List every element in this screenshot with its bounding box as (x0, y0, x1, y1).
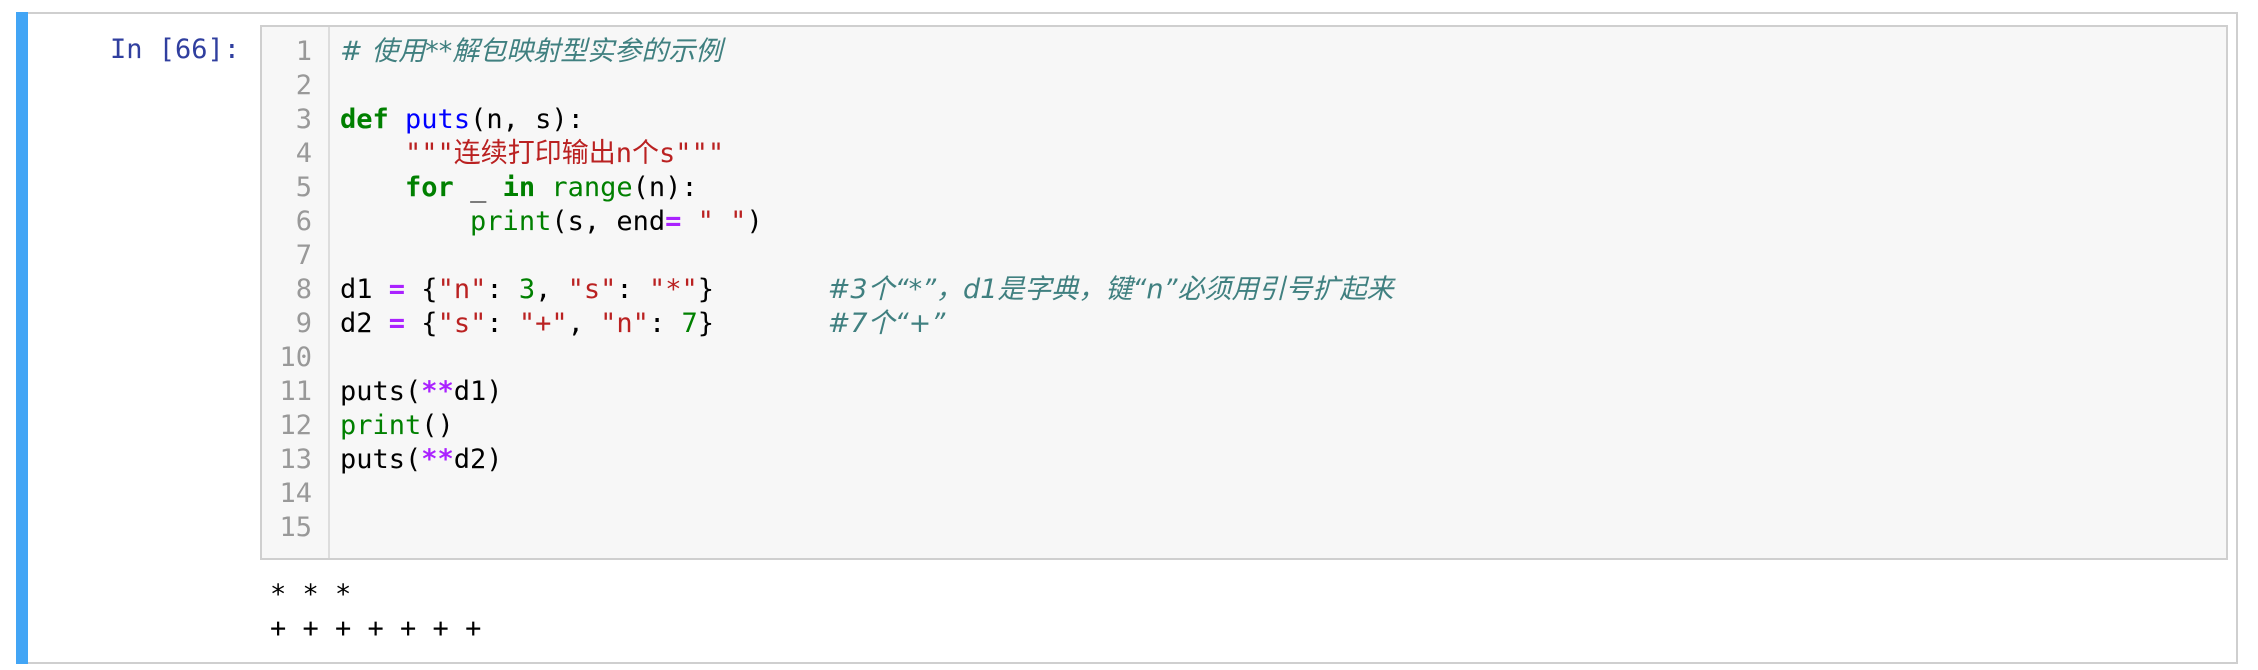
line-number: 11 (279, 376, 312, 407)
code-text: _ (453, 172, 503, 203)
builtin-range: range (551, 172, 633, 203)
code-text: , (535, 274, 568, 305)
line-number: 4 (295, 138, 312, 169)
operator: ** (421, 376, 454, 407)
input-prompt: In [66]: (110, 34, 241, 65)
line-number: 7 (295, 240, 312, 271)
keyword-def: def (340, 104, 389, 135)
operator: = (388, 308, 406, 339)
code-text: : (648, 308, 682, 339)
code-text: ) (746, 206, 763, 237)
output-line: * * * (270, 579, 352, 610)
code-text: (n): (632, 172, 698, 203)
code-line-12[interactable]: print() (340, 409, 454, 443)
builtin-print: print (470, 206, 552, 237)
string-literal: " " (697, 206, 747, 237)
code-text: { (405, 308, 438, 339)
code-comment: #7个“+” (827, 308, 946, 339)
code-text: d1 (340, 274, 389, 305)
line-number: 8 (295, 274, 312, 305)
operator: = (388, 274, 406, 305)
code-comment: #3个“*”，d1是字典，键“n”必须用引号扩起来 (827, 274, 1394, 305)
docstring: """连续打印输出n个s""" (405, 138, 725, 169)
code-text: puts( (340, 444, 422, 475)
code-text: } (697, 308, 714, 339)
code-text: () (421, 410, 454, 441)
line-number: 5 (295, 172, 312, 203)
code-editor[interactable]: 1 2 3 4 5 6 7 8 9 10 11 12 13 14 15 # 使用… (260, 25, 2228, 560)
string-literal: "n" (437, 274, 487, 305)
code-line-5[interactable]: for _ in range(n): (340, 171, 698, 205)
string-literal: "+" (518, 308, 568, 339)
line-number: 6 (295, 206, 312, 237)
code-text: } (697, 274, 714, 305)
code-text: : (486, 308, 519, 339)
code-line-9[interactable]: d2 = {"s": "+", "n": 7} #7个“+” (340, 307, 945, 341)
string-literal: "s" (567, 274, 617, 305)
code-text: (n, s): (470, 104, 584, 135)
line-number: 15 (279, 512, 312, 543)
line-number: 1 (295, 36, 312, 67)
code-text: d2) (453, 444, 503, 475)
code-line-3[interactable]: def puts(n, s): (340, 103, 584, 137)
line-number: 12 (279, 410, 312, 441)
line-number: 13 (279, 444, 312, 475)
cell-output: * * * + + + + + + + (270, 578, 481, 646)
number-literal: 7 (681, 308, 698, 339)
code-line-1[interactable]: # 使用**解包映射型实参的示例 (340, 35, 722, 69)
line-number: 10 (279, 342, 312, 373)
keyword-in: in (502, 172, 536, 203)
code-text: : (616, 274, 649, 305)
code-text: { (405, 274, 438, 305)
line-number: 2 (295, 70, 312, 101)
code-text: (s, end (551, 206, 666, 237)
function-name: puts (405, 104, 471, 135)
code-text: : (486, 274, 519, 305)
code-text: , (567, 308, 601, 339)
line-number: 14 (279, 478, 312, 509)
code-text: d1) (453, 376, 503, 407)
code-line-8[interactable]: d1 = {"n": 3, "s": "*"} #3个“*”，d1是字典，键“n… (340, 273, 1393, 307)
code-line-13[interactable]: puts(**d2) (340, 443, 503, 477)
string-literal: "n" (600, 308, 649, 339)
code-line-11[interactable]: puts(**d1) (340, 375, 503, 409)
number-literal: 3 (518, 274, 536, 305)
string-literal: "s" (437, 308, 487, 339)
operator: ** (421, 444, 454, 475)
operator: = (665, 206, 682, 237)
code-text: d2 (340, 308, 389, 339)
code-line-6[interactable]: print(s, end= " ") (340, 205, 763, 239)
string-literal: "*" (648, 274, 698, 305)
output-line: + + + + + + + (270, 613, 482, 644)
line-number-gutter: 1 2 3 4 5 6 7 8 9 10 11 12 13 14 15 (262, 27, 330, 558)
code-line-4[interactable]: """连续打印输出n个s""" (340, 137, 724, 171)
keyword-for: for (405, 172, 454, 203)
code-text: puts( (340, 376, 422, 407)
line-number: 3 (295, 104, 312, 135)
code-comment: # 使用**解包映射型实参的示例 (340, 36, 723, 67)
selected-cell-indicator (16, 12, 28, 664)
builtin-print: print (340, 410, 422, 441)
line-number: 9 (295, 308, 312, 339)
